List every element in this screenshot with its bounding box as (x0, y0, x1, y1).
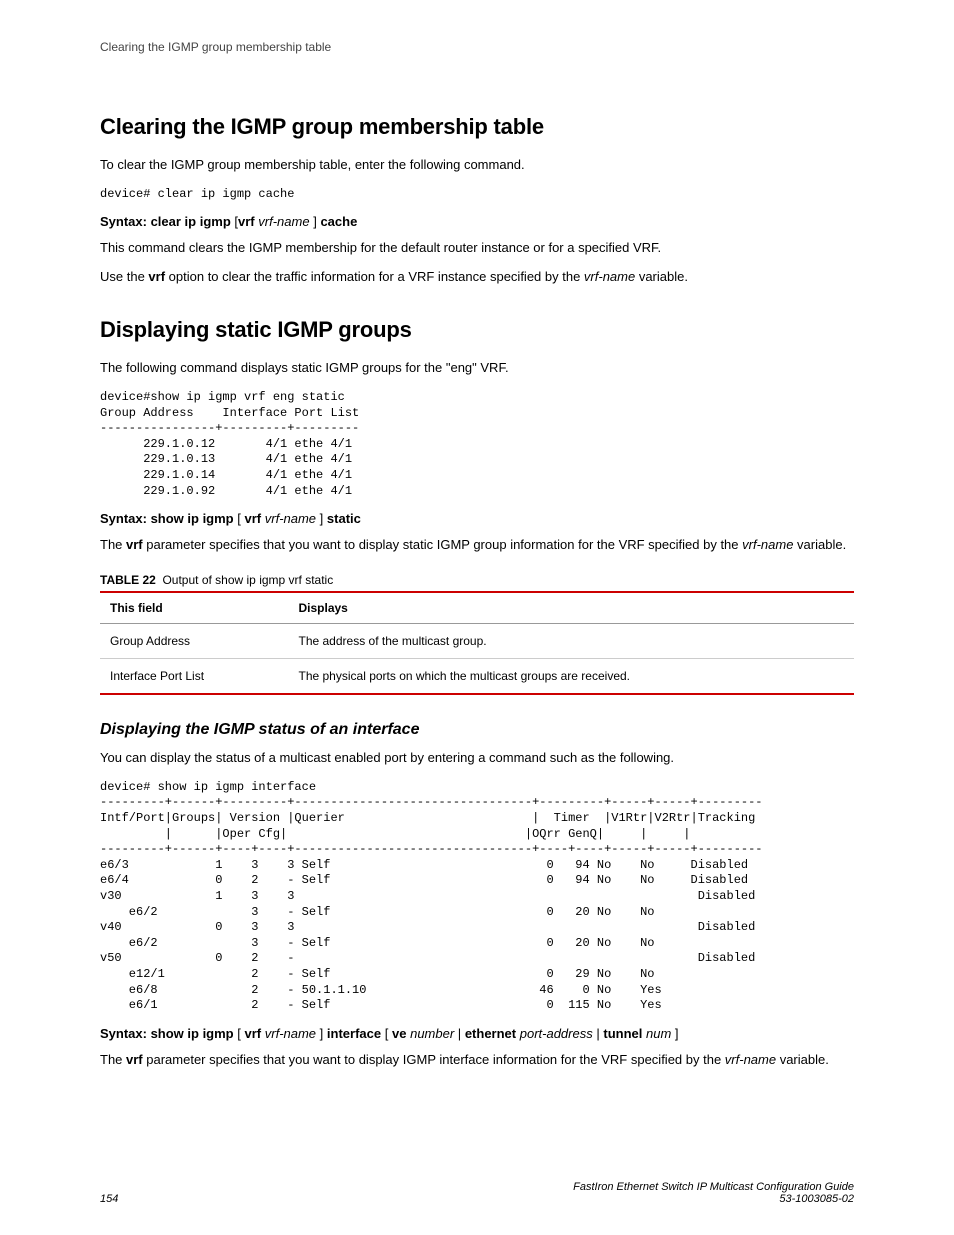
syntax-suffix: cache (320, 214, 357, 229)
page-number: 154 (100, 1193, 118, 1205)
text: The (100, 537, 126, 552)
syntax-ve-kw: ve (392, 1026, 406, 1041)
section3-desc: The vrf parameter specifies that you wan… (100, 1051, 854, 1070)
syntax-ethernet-kw: ethernet (465, 1026, 516, 1041)
section1-desc2: Use the vrf option to clear the traffic … (100, 268, 854, 287)
bracket: [ (237, 511, 241, 526)
syntax-vrf-var: vrf-name (265, 1026, 316, 1041)
section-heading-static-groups: Displaying static IGMP groups (100, 317, 854, 343)
syntax-vrf-kw: vrf (238, 214, 255, 229)
footer-doc-number: 53-1003085-02 (573, 1193, 854, 1205)
section1-desc1: This command clears the IGMP membership … (100, 239, 854, 258)
text: variable. (793, 537, 846, 552)
syntax-suffix: static (327, 511, 361, 526)
section1-intro: To clear the IGMP group membership table… (100, 156, 854, 175)
syntax-prefix: Syntax: show ip igmp (100, 511, 234, 526)
cell-field: Group Address (100, 623, 289, 658)
cell-desc: The physical ports on which the multicas… (289, 658, 855, 694)
text: The (100, 1052, 126, 1067)
syntax-prefix: Syntax: clear ip igmp (100, 214, 231, 229)
page-footer: 154 FastIron Ethernet Switch IP Multicas… (100, 1181, 854, 1205)
syntax-port-var: port-address (520, 1026, 593, 1041)
section1-cli-block: device# clear ip igmp cache (100, 187, 854, 203)
footer-doc-title: FastIron Ethernet Switch IP Multicast Co… (573, 1181, 854, 1193)
table-header-row: This field Displays (100, 592, 854, 624)
th-field: This field (100, 592, 289, 624)
bracket: ] (320, 1026, 324, 1041)
text: option to clear the traffic information … (165, 269, 584, 284)
syntax-prefix: Syntax: show ip igmp (100, 1026, 234, 1041)
table-label: TABLE 22 (100, 573, 156, 587)
var-vrf-name: vrf-name (725, 1052, 776, 1067)
syntax-vrf-var: vrf-name (265, 511, 316, 526)
cell-desc: The address of the multicast group. (289, 623, 855, 658)
bracket: ] (313, 214, 317, 229)
subsection-heading-igmp-status: Displaying the IGMP status of an interfa… (100, 721, 854, 739)
syntax-num-var: num (646, 1026, 671, 1041)
section3-intro: You can display the status of a multicas… (100, 749, 854, 768)
table-caption: TABLE 22 Output of show ip igmp vrf stat… (100, 573, 854, 587)
output-table: This field Displays Group Address The ad… (100, 591, 854, 695)
table-row: Group Address The address of the multica… (100, 623, 854, 658)
section2-desc: The vrf parameter specifies that you wan… (100, 536, 854, 555)
syntax-interface-kw: interface (327, 1026, 381, 1041)
pipe: | (596, 1026, 599, 1041)
text: variable. (776, 1052, 829, 1067)
keyword-vrf: vrf (126, 537, 143, 552)
text: variable. (635, 269, 688, 284)
var-vrf-name: vrf-name (584, 269, 635, 284)
text: parameter specifies that you want to dis… (143, 537, 743, 552)
text: parameter specifies that you want to dis… (143, 1052, 725, 1067)
syntax-vrf-kw: vrf (245, 1026, 262, 1041)
text: Use the (100, 269, 148, 284)
section2-intro: The following command displays static IG… (100, 359, 854, 378)
section3-syntax: Syntax: show ip igmp [ vrf vrf-name ] in… (100, 1026, 854, 1041)
section2-cli-block: device#show ip igmp vrf eng static Group… (100, 390, 854, 499)
running-header: Clearing the IGMP group membership table (100, 40, 854, 54)
bracket: [ (385, 1026, 389, 1041)
th-displays: Displays (289, 592, 855, 624)
bracket: [ (237, 1026, 241, 1041)
keyword-vrf: vrf (126, 1052, 143, 1067)
var-vrf-name: vrf-name (742, 537, 793, 552)
syntax-tunnel-kw: tunnel (603, 1026, 642, 1041)
section1-syntax: Syntax: clear ip igmp [vrf vrf-name ] ca… (100, 214, 854, 229)
keyword-vrf: vrf (148, 269, 165, 284)
syntax-number-var: number (410, 1026, 454, 1041)
footer-right: FastIron Ethernet Switch IP Multicast Co… (573, 1181, 854, 1205)
pipe: | (458, 1026, 461, 1041)
section2-syntax: Syntax: show ip igmp [ vrf vrf-name ] st… (100, 511, 854, 526)
bracket: ] (675, 1026, 679, 1041)
table-caption-text: Output of show ip igmp vrf static (162, 573, 333, 587)
section3-cli-block: device# show ip igmp interface ---------… (100, 780, 854, 1014)
table-row: Interface Port List The physical ports o… (100, 658, 854, 694)
syntax-vrf-var: vrf-name (258, 214, 309, 229)
section-heading-clearing: Clearing the IGMP group membership table (100, 114, 854, 140)
bracket: ] (320, 511, 324, 526)
cell-field: Interface Port List (100, 658, 289, 694)
syntax-vrf-kw: vrf (245, 511, 262, 526)
